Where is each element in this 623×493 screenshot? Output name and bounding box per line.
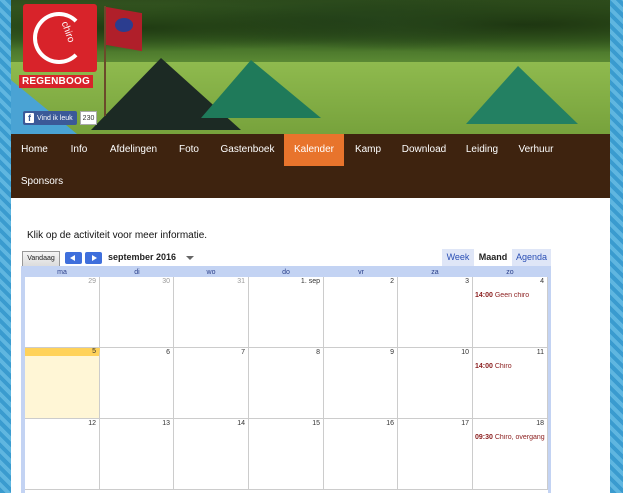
day-number: 8 <box>316 349 320 356</box>
calendar-day-cell[interactable]: 1. sep <box>249 277 324 348</box>
nav-item-verhuur[interactable]: Verhuur <box>508 134 564 166</box>
calendar-day-cell[interactable]: 3 <box>398 277 473 348</box>
day-number: 4 <box>540 278 544 285</box>
nav-item-afdelingen[interactable]: Afdelingen <box>100 134 167 166</box>
nav-item-gastenboek[interactable]: Gastenboek <box>211 134 284 166</box>
nav-item-foto[interactable]: Foto <box>167 134 211 166</box>
arrow-right-icon <box>92 255 97 261</box>
calendar-day-cell[interactable]: 5 <box>25 348 100 419</box>
calendar-day-cell[interactable]: 13 <box>100 419 174 490</box>
dow-label: wo <box>206 269 216 276</box>
calendar-day-cell[interactable]: 17 <box>398 419 473 490</box>
nav-item-download[interactable]: Download <box>392 134 456 166</box>
calendar-day-cell[interactable]: 4 14:00 Geen chiro <box>473 277 548 348</box>
day-number: 12 <box>88 420 96 427</box>
calendar-event[interactable]: 14:00 Geen chiro <box>475 292 547 299</box>
event-time: 14:00 <box>475 363 493 370</box>
dow-label: ma <box>57 269 67 276</box>
tent-image-left <box>11 80 77 134</box>
calendar-day-cell[interactable]: 16 <box>324 419 398 490</box>
day-number: 18 <box>536 420 544 427</box>
calendar-day-cell[interactable]: 9 <box>324 348 398 419</box>
calendar-day-cell[interactable]: 14 <box>174 419 249 490</box>
day-number: 6 <box>166 349 170 356</box>
prev-month-button[interactable] <box>65 252 82 264</box>
facebook-like-label: Vind ik leuk <box>37 114 73 122</box>
day-number: 10 <box>461 349 469 356</box>
facebook-like-widget: f Vind ik leuk 230 <box>23 111 98 125</box>
calendar-day-cell[interactable]: 2 <box>324 277 398 348</box>
calendar-day-cell[interactable]: 12 <box>25 419 100 490</box>
tent-image-green-right <box>466 66 578 124</box>
day-number: 17 <box>461 420 469 427</box>
month-label[interactable]: september 2016 <box>108 252 176 262</box>
calendar-day-cell[interactable]: 8 <box>249 348 324 419</box>
chevron-down-icon[interactable] <box>186 256 194 260</box>
day-number: 14 <box>237 420 245 427</box>
arrow-left-icon <box>70 255 75 261</box>
calendar-day-cell[interactable]: 6 <box>100 348 174 419</box>
event-title: Chiro, overgang <box>494 434 545 441</box>
site-logo[interactable]: chiro <box>23 4 97 72</box>
calendar-day-cell[interactable]: 11 14:00 Chiro <box>473 348 548 419</box>
event-title: Chiro <box>494 363 512 370</box>
nav-item-leiding[interactable]: Leiding <box>456 134 508 166</box>
dow-label: zo <box>506 269 514 276</box>
calendar-day-cell[interactable]: 29 <box>25 277 100 348</box>
tab-week[interactable]: Week <box>442 249 474 266</box>
next-month-button[interactable] <box>85 252 102 264</box>
calendar-day-cell[interactable]: 7 <box>174 348 249 419</box>
day-number: 29 <box>88 278 96 285</box>
tab-maand[interactable]: Maand <box>476 249 510 266</box>
day-number: 11 <box>536 349 544 356</box>
day-number: 30 <box>162 278 170 285</box>
today-button[interactable]: Vandaag <box>22 251 60 267</box>
facebook-like-count: 230 <box>79 111 98 125</box>
nav-item-kalender[interactable]: Kalender <box>284 134 344 166</box>
calendar-grid: 29 30 31 1. sep 2 3 4 14:00 Geen chiro 5 6 7 8 9 10 11… <box>25 277 548 493</box>
day-number: 5 <box>92 348 96 355</box>
tab-agenda[interactable]: Agenda <box>512 249 551 266</box>
tent-image-green <box>201 60 321 118</box>
day-number: 31 <box>237 278 245 285</box>
nav-item-kamp[interactable]: Kamp <box>344 134 392 166</box>
facebook-icon: f <box>25 113 34 123</box>
nav-item-sponsors[interactable]: Sponsors <box>11 166 73 198</box>
event-time: 14:00 <box>475 292 493 299</box>
nav-item-info[interactable]: Info <box>58 134 100 166</box>
calendar-day-cell[interactable]: 10 <box>398 348 473 419</box>
dow-label: di <box>134 269 140 276</box>
calendar-day-cell[interactable]: 15 <box>249 419 324 490</box>
day-number: 7 <box>241 349 245 356</box>
day-number: 15 <box>312 420 320 427</box>
event-title: Geen chiro <box>494 292 530 299</box>
facebook-like-button[interactable]: f Vind ik leuk <box>23 111 77 125</box>
page: chiro REGENBOOG f Vind ik leuk 230 Home … <box>11 0 610 493</box>
dow-label: vr <box>358 269 364 276</box>
calendar-day-cell[interactable]: 30 <box>100 277 174 348</box>
dow-label: za <box>431 269 439 276</box>
calendar-event[interactable]: 09:30 Chiro, overgang <box>475 434 547 441</box>
calendar-event[interactable]: 14:00 Chiro <box>475 363 547 370</box>
day-number: 13 <box>162 420 170 427</box>
day-number: 16 <box>386 420 394 427</box>
main-nav: Home Info Afdelingen Foto Gastenboek Kal… <box>11 134 610 198</box>
nav-item-home[interactable]: Home <box>11 134 58 166</box>
event-time: 09:30 <box>475 434 493 441</box>
header-banner: chiro REGENBOOG f Vind ik leuk 230 <box>11 0 610 134</box>
dow-label: do <box>282 269 290 276</box>
logo-name: REGENBOOG <box>19 75 93 88</box>
day-number: 3 <box>465 278 469 285</box>
calendar-day-cell[interactable]: 18 09:30 Chiro, overgang <box>473 419 548 490</box>
day-number: 1. sep <box>300 278 320 285</box>
day-number: 9 <box>390 349 394 356</box>
calendar-day-cell[interactable]: 31 <box>174 277 249 348</box>
logo-c-icon <box>33 12 85 64</box>
day-of-week-header: ma di wo do vr za zo <box>25 268 548 277</box>
day-number: 2 <box>390 278 394 285</box>
calendar-intro-text: Klik op de activiteit voor meer informat… <box>27 230 208 241</box>
flag-emblem <box>115 18 133 32</box>
